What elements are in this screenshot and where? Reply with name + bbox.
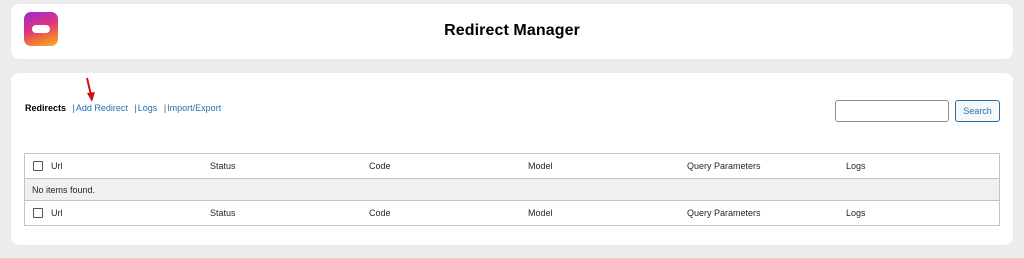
column-header-url[interactable]: Url <box>51 161 63 171</box>
select-all-checkbox[interactable] <box>33 161 43 171</box>
nav-logs-link[interactable]: Logs <box>138 103 158 113</box>
column-footer-status[interactable]: Status <box>210 208 236 218</box>
nav-add-redirect-link[interactable]: Add Redirect <box>76 103 128 113</box>
page-title: Redirect Manager <box>444 22 580 39</box>
search-button[interactable]: Search <box>955 100 1000 122</box>
main-card: Redirects |Add Redirect |Logs |Import/Ex… <box>11 73 1013 245</box>
column-footer-query-parameters[interactable]: Query Parameters <box>687 208 761 218</box>
column-footer-logs[interactable]: Logs <box>846 208 866 218</box>
nav-import-export-link[interactable]: Import/Export <box>167 103 221 113</box>
column-footer-code[interactable]: Code <box>369 208 391 218</box>
table-footer-row: Url Status Code Model Query Parameters L… <box>25 201 999 225</box>
empty-message: No items found. <box>32 185 96 195</box>
header-card: Redirect Manager <box>11 4 1013 59</box>
empty-row: No items found. <box>25 178 999 201</box>
nav-separator: | <box>134 103 137 113</box>
column-header-status[interactable]: Status <box>210 161 236 171</box>
nav-redirects-current: Redirects <box>25 103 67 113</box>
redirects-table: Url Status Code Model Query Parameters L… <box>24 153 1000 226</box>
search-input[interactable] <box>835 100 949 122</box>
column-header-query-parameters[interactable]: Query Parameters <box>687 161 761 171</box>
nav-separator: | <box>72 103 75 113</box>
nav-separator: | <box>163 103 167 113</box>
column-footer-model[interactable]: Model <box>528 208 553 218</box>
view-links: Redirects |Add Redirect |Logs |Import/Ex… <box>25 103 221 113</box>
column-footer-url[interactable]: Url <box>51 208 63 218</box>
red-arrow-annotation <box>86 77 95 102</box>
column-header-code[interactable]: Code <box>369 161 391 171</box>
column-header-logs[interactable]: Logs <box>846 161 866 171</box>
select-all-checkbox-footer[interactable] <box>33 208 43 218</box>
table-header-row: Url Status Code Model Query Parameters L… <box>25 154 999 178</box>
column-header-model[interactable]: Model <box>528 161 553 171</box>
